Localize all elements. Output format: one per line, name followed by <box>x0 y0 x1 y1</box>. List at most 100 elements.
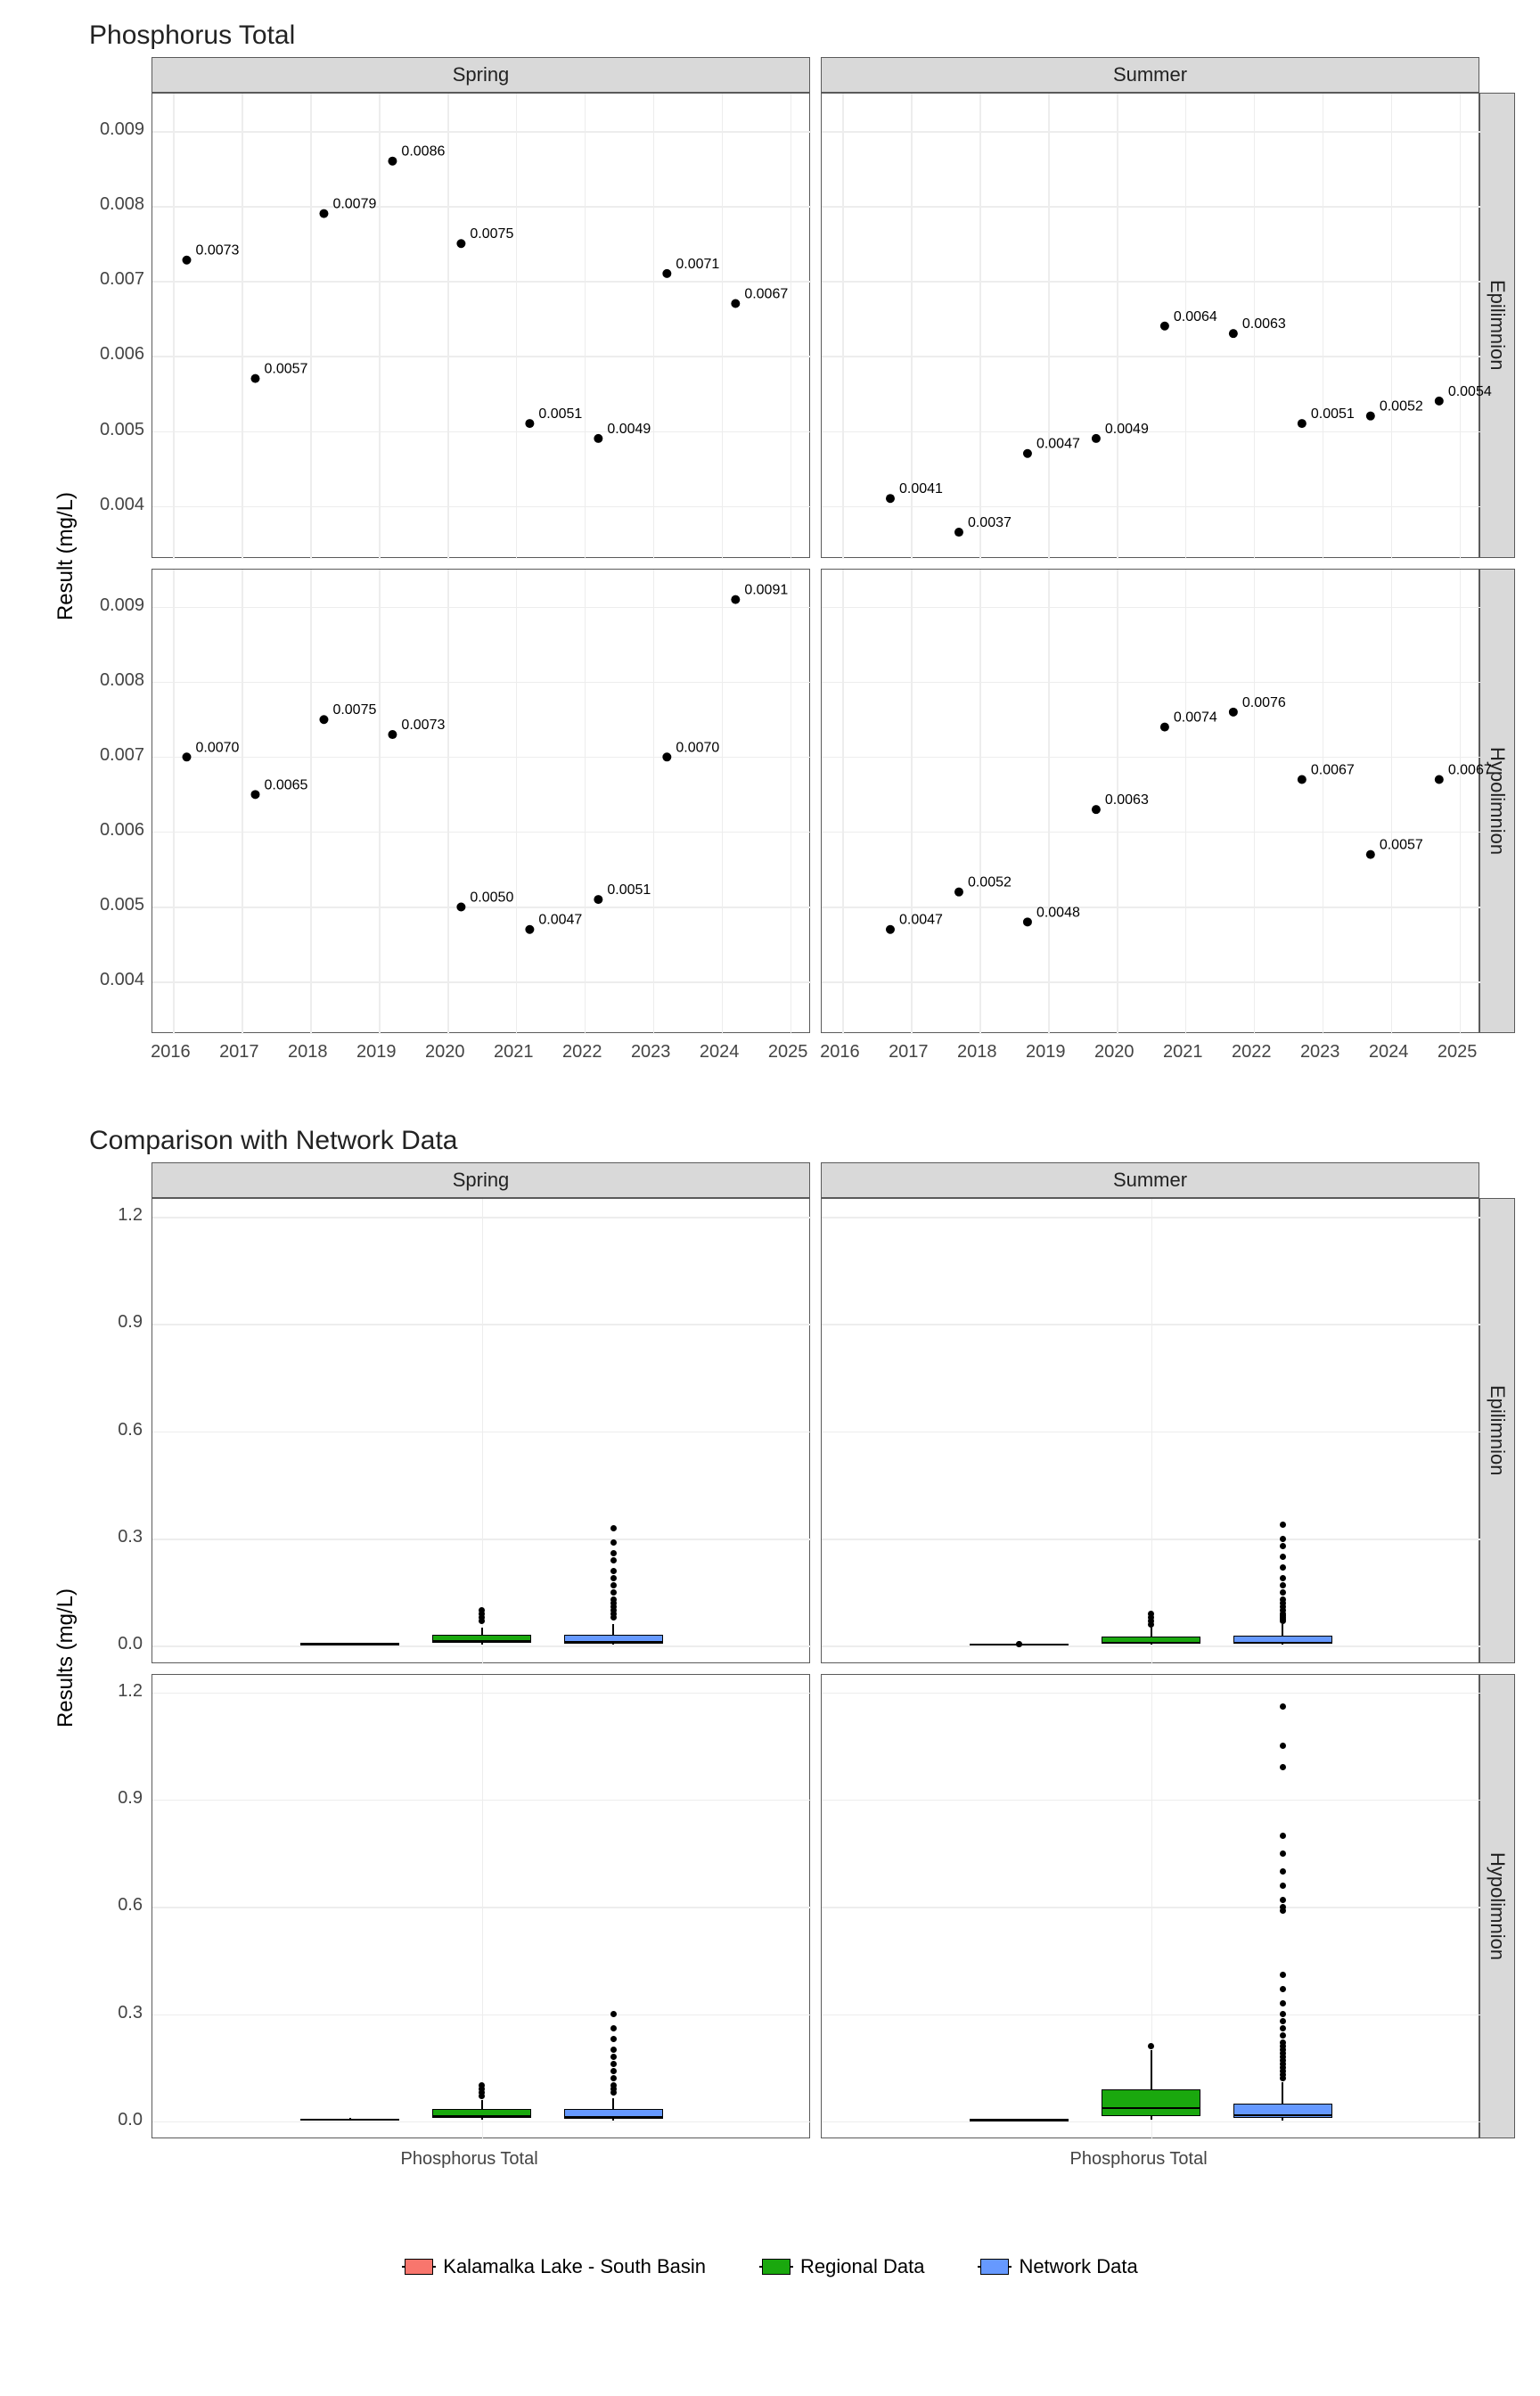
y-tick-label: 0.004 <box>82 970 144 990</box>
y-axis-title: Results (mg/L) <box>53 1588 78 1727</box>
facet-col-strip: Summer <box>821 57 1479 93</box>
y-tick-label: 0.004 <box>82 495 144 515</box>
y-tick-label: 0.9 <box>102 1788 143 1809</box>
data-point <box>1160 322 1169 331</box>
data-point-label: 0.0063 <box>1105 792 1149 808</box>
outlier-point <box>610 1550 617 1556</box>
y-tick-label: 0.005 <box>82 420 144 440</box>
data-point-label: 0.0050 <box>470 890 513 905</box>
outlier-point <box>1280 2018 1286 2024</box>
chart-title: Phosphorus Total <box>89 18 1515 53</box>
data-point-label: 0.0054 <box>1448 384 1492 399</box>
data-point-label: 0.0073 <box>195 243 239 258</box>
data-point <box>731 300 740 308</box>
data-point-label: 0.0052 <box>968 874 1012 890</box>
outlier-point <box>1280 2039 1286 2046</box>
outlier-point <box>1280 1868 1286 1875</box>
data-point <box>594 434 602 443</box>
x-tick-label: 2024 <box>1369 1042 1409 1063</box>
y-tick-label: 0.3 <box>102 1527 143 1547</box>
phosphorus-scatter-chart: Phosphorus Total Result (mg/L) Spring Summ… <box>53 18 1515 1082</box>
data-point-label: 0.0070 <box>195 740 239 755</box>
outlier-point <box>1148 2043 1154 2049</box>
data-point <box>1366 849 1375 858</box>
data-point-label: 0.0076 <box>1242 694 1286 710</box>
data-point-label: 0.0074 <box>1174 710 1217 725</box>
data-point <box>731 595 740 603</box>
outlier-point <box>610 1525 617 1531</box>
y-tick-label: 0.009 <box>82 595 144 616</box>
data-point <box>250 790 259 799</box>
data-point-label: 0.0065 <box>264 777 307 792</box>
facet-panel: 0.00730.00570.00790.00860.00750.00510.00… <box>152 93 810 558</box>
outlier-point <box>1280 1522 1286 1528</box>
legend-label: Regional Data <box>800 2255 924 2278</box>
data-point-label: 0.0067 <box>1311 762 1355 777</box>
facet-row-strip: Epilimnion <box>1479 93 1515 558</box>
facet-panel: 0.00700.00650.00750.00730.00500.00470.00… <box>152 569 810 1034</box>
outlier-point <box>610 1575 617 1581</box>
legend-item: Regional Data <box>759 2255 924 2278</box>
x-tick-label: 2022 <box>1232 1042 1272 1063</box>
facet-panel <box>152 1674 810 2139</box>
outlier-point <box>1280 2032 1286 2039</box>
data-point <box>525 924 534 933</box>
data-point-label: 0.0079 <box>332 197 376 212</box>
outlier-point <box>1280 1833 1286 1839</box>
legend-key-icon <box>978 2257 1012 2277</box>
facet-col-strip: Spring <box>152 57 810 93</box>
outlier-point <box>1280 1850 1286 1857</box>
outlier-point <box>1280 1904 1286 1910</box>
y-tick-label: 0.6 <box>102 1895 143 1916</box>
outlier-point <box>1280 1564 1286 1571</box>
data-point-label: 0.0037 <box>968 515 1012 530</box>
outlier-point <box>1280 1764 1286 1770</box>
data-point-label: 0.0051 <box>538 406 582 422</box>
outlier-point <box>610 1568 617 1574</box>
data-point <box>662 269 671 278</box>
data-point-label: 0.0063 <box>1242 316 1286 332</box>
y-tick-label: 0.007 <box>82 269 144 290</box>
data-point <box>388 157 397 166</box>
data-point-label: 0.0049 <box>1105 422 1149 437</box>
facet-row-strip: Hypolimnion <box>1479 1674 1515 2139</box>
x-tick-label: 2020 <box>1094 1042 1135 1063</box>
data-point <box>1160 722 1169 731</box>
data-point <box>886 924 895 933</box>
data-point <box>1092 434 1101 443</box>
data-point-label: 0.0073 <box>401 718 445 733</box>
outlier-point <box>610 2061 617 2067</box>
data-point <box>1435 775 1444 784</box>
data-point-label: 0.0071 <box>676 257 719 272</box>
outlier-point <box>1280 1743 1286 1749</box>
y-axis-title: Result (mg/L) <box>53 492 78 620</box>
outlier-point <box>1280 1589 1286 1596</box>
data-point-label: 0.0070 <box>676 740 719 755</box>
data-point-label: 0.0091 <box>744 582 788 597</box>
data-point-label: 0.0041 <box>899 481 943 496</box>
facet-row-strip: Epilimnion <box>1479 1198 1515 1663</box>
x-tick-label: 2024 <box>700 1042 740 1063</box>
legend-key-icon <box>759 2257 793 2277</box>
data-point <box>1229 329 1238 338</box>
data-point-label: 0.0051 <box>1311 406 1355 422</box>
data-point <box>886 494 895 503</box>
outlier-point <box>610 1589 617 1596</box>
y-tick-label: 0.0 <box>102 1634 143 1654</box>
outlier-point <box>610 1582 617 1588</box>
legend-label: Network Data <box>1019 2255 1137 2278</box>
data-point-label: 0.0048 <box>1036 905 1080 920</box>
data-point <box>594 895 602 904</box>
facet-col-strip: Spring <box>152 1162 810 1198</box>
outlier-point <box>1016 1641 1022 1647</box>
x-tick-label: 2019 <box>356 1042 397 1063</box>
legend-label: Kalamalka Lake - South Basin <box>443 2255 706 2278</box>
data-point <box>388 730 397 739</box>
outlier-point <box>1280 1703 1286 1710</box>
data-point <box>456 239 465 248</box>
x-tick-label: 2018 <box>957 1042 997 1063</box>
x-tick-label: 2018 <box>288 1042 328 1063</box>
x-tick-label: 2017 <box>889 1042 929 1063</box>
y-tick-label: 0.008 <box>82 670 144 691</box>
facet-panel: 0.00410.00370.00470.00490.00640.00630.00… <box>821 93 1479 558</box>
